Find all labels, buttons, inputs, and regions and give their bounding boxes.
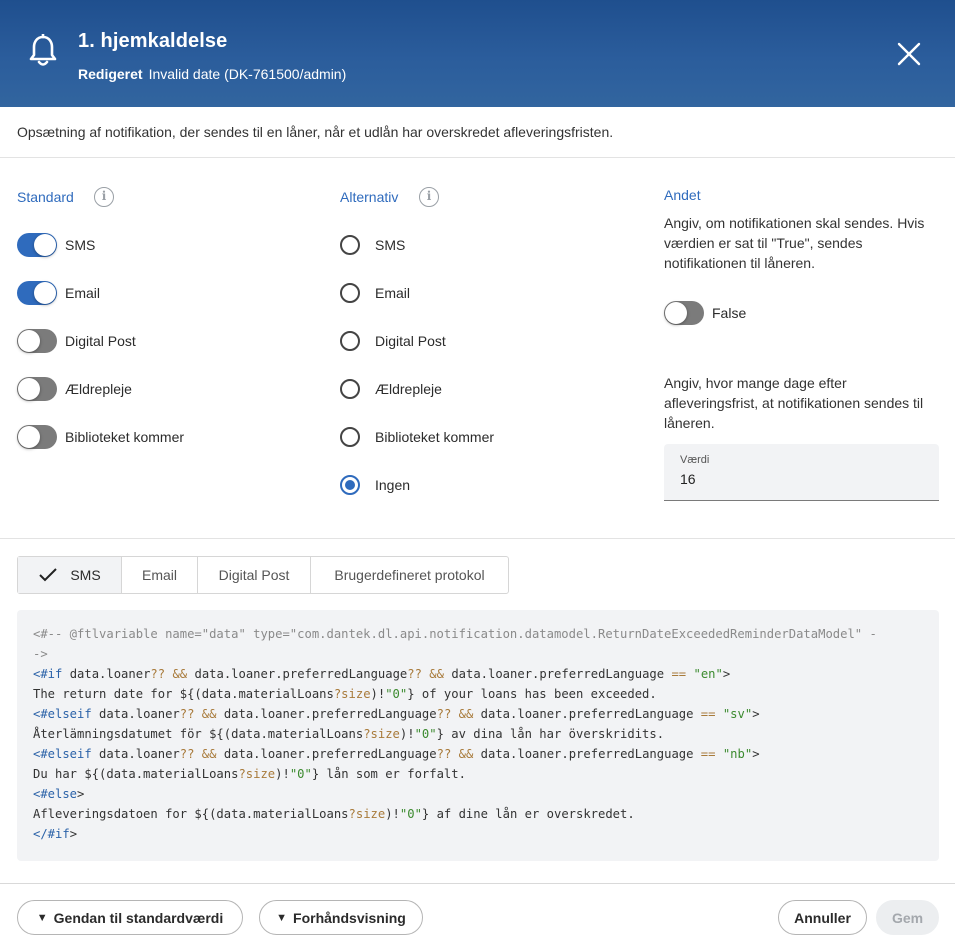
tab-digital-post-label: Digital Post [218,567,290,583]
caret-down-icon: ▼ [36,911,48,924]
standard-heading: Standard [17,189,74,205]
standard-aeldrepleje-label: Ældrepleje [65,381,132,397]
tab-email-label: Email [141,567,177,583]
code-line: </#if> [33,827,78,841]
preview-button[interactable]: ▼ Forhåndsvisning [259,900,423,935]
tab-brugerdefineret-protokol-label: Brugerdefineret protokol [334,567,485,583]
edit-status-label: Redigeret [78,66,143,82]
standard-biblioteket-kommer-switch[interactable] [17,425,57,449]
edit-status-detail: Invalid date (DK-761500/admin) [148,66,347,82]
alternativ-sms-label: SMS [375,237,406,253]
alternativ-ingen-option[interactable]: Ingen [340,473,410,497]
protocol-tabs: SMS Email Digital Post Brugerdefineret p… [17,556,509,594]
code-line: The return date for ${(data.materialLoan… [33,687,657,701]
dialog-description: Opsætning af notifikation, der sendes ti… [17,124,614,140]
standard-sms-label: SMS [65,237,96,253]
standard-email-switch[interactable] [17,281,57,305]
cancel-button[interactable]: Annuller [778,900,867,935]
tab-digital-post[interactable]: Digital Post [198,557,311,593]
tab-brugerdefineret-protokol[interactable]: Brugerdefineret protokol [311,557,508,593]
code-line: Du har ${(data.materialLoans?size)!"0"} … [33,767,466,781]
andet-heading: Andet [664,187,701,203]
standard-info-icon[interactable]: i [94,187,114,207]
tab-sms[interactable]: SMS [18,557,122,593]
alternativ-aeldrepleje-label: Ældrepleje [375,381,442,397]
days-value-field[interactable]: Værdi 16 [664,444,939,501]
alternativ-info-icon[interactable]: i [419,187,439,207]
save-label: Gem [891,909,924,926]
footer-divider [0,883,955,884]
alternativ-digital-post-option[interactable]: Digital Post [340,329,446,353]
dialog-title: 1. hjemkaldelse [78,30,228,52]
standard-digital-post-toggle-row[interactable]: Digital Post [17,328,136,354]
standard-aeldrepleje-toggle-row[interactable]: Ældrepleje [17,376,132,402]
alternativ-biblioteket-kommer-radio[interactable] [340,427,360,447]
standard-sms-switch[interactable] [17,233,57,257]
dialog-header: 1. hjemkaldelse Redigeret Invalid date (D… [0,0,955,107]
reset-to-default-button[interactable]: ▼ Gendan til standardværdi [17,900,243,935]
days-value-input[interactable]: 16 [680,471,696,487]
alternativ-heading: Alternativ [340,189,399,205]
code-line: <#elseif data.loaner?? && data.loaner.pr… [33,747,760,761]
code-line: -> [33,647,48,661]
code-line: <#-- @ftlvariable name="data" type="com.… [33,627,877,641]
alternativ-email-label: Email [375,285,411,301]
template-code-editor[interactable]: <#-- @ftlvariable name="data" type="com.… [17,610,939,861]
alternativ-digital-post-radio[interactable] [340,331,360,351]
standard-biblioteket-kommer-toggle-row[interactable]: Biblioteket kommer [17,424,184,450]
standard-email-toggle-row[interactable]: Email [17,280,100,306]
tab-email[interactable]: Email [122,557,198,593]
close-icon[interactable] [893,38,925,70]
send-notification-description: Angiv, om notifikationen skal sendes. Hv… [664,215,925,271]
standard-digital-post-label: Digital Post [65,333,136,349]
days-value-label: Værdi [680,454,710,466]
alternativ-ingen-label: Ingen [375,477,411,493]
alternativ-sms-option[interactable]: SMS [340,233,405,257]
save-button[interactable]: Gem [876,900,939,935]
code-line: <#elseif data.loaner?? && data.loaner.pr… [33,707,760,721]
bell-icon [29,34,57,66]
alternativ-sms-radio[interactable] [340,235,360,255]
alternativ-digital-post-label: Digital Post [375,333,446,349]
reset-to-default-label: Gendan til standardværdi [53,909,224,926]
alternativ-aeldrepleje-option[interactable]: Ældrepleje [340,377,442,401]
code-line: <#else> [33,787,85,801]
alternativ-email-radio[interactable] [340,283,360,303]
cancel-label: Annuller [794,909,851,926]
edit-status: Redigeret Invalid date (DK-761500/admin) [78,66,346,82]
code-line: Afleveringsdatoen for ${(data.materialLo… [33,807,635,821]
tab-sms-label: SMS [70,567,101,583]
standard-email-label: Email [65,285,101,301]
standard-aeldrepleje-switch[interactable] [17,377,57,401]
code-line: <#if data.loaner?? && data.loaner.prefer… [33,667,731,681]
days-after-description: Angiv, hvor mange dage efter afleverings… [664,375,924,431]
code-line: Återlämningsdatumet för ${(data.material… [33,727,665,741]
alternativ-biblioteket-kommer-label: Biblioteket kommer [375,429,495,445]
standard-digital-post-switch[interactable] [17,329,57,353]
standard-biblioteket-kommer-label: Biblioteket kommer [65,429,185,445]
send-notification-switch[interactable] [664,301,704,325]
divider [0,538,955,539]
alternativ-ingen-radio[interactable] [340,475,360,495]
preview-label: Forhåndsvisning [293,909,406,926]
send-notification-value: False [712,305,747,321]
check-icon [39,568,58,582]
alternativ-biblioteket-kommer-option[interactable]: Biblioteket kommer [340,425,494,449]
send-notification-toggle-row[interactable]: False [664,300,746,326]
divider [0,157,955,158]
caret-down-icon: ▼ [276,911,288,924]
alternativ-email-option[interactable]: Email [340,281,410,305]
alternativ-aeldrepleje-radio[interactable] [340,379,360,399]
standard-sms-toggle-row[interactable]: SMS [17,232,95,258]
